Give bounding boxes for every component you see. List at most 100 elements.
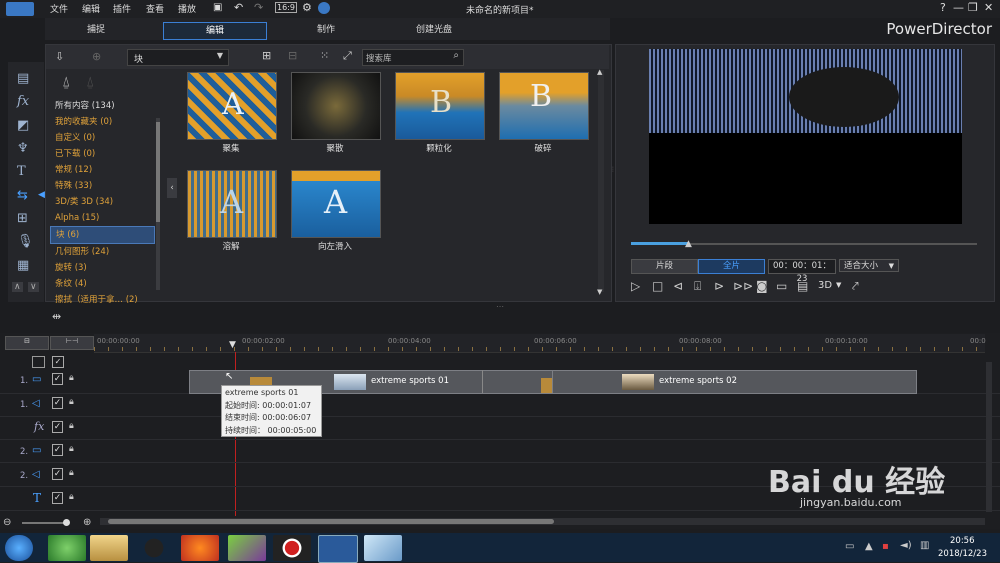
preview-side-handle[interactable]: ⋮ — [610, 166, 616, 173]
menu-edit[interactable]: 编辑 — [82, 2, 100, 15]
maximize-button[interactable]: ❐ — [968, 1, 978, 14]
timeline-scroll-thumb[interactable] — [108, 519, 554, 524]
timecode-display[interactable]: 00：00：01：23 — [768, 259, 836, 284]
lock-icon[interactable]: 🔒︎ — [69, 468, 74, 478]
help-button[interactable]: ? — [940, 1, 946, 14]
track-enable-checkbox[interactable]: ✓ — [52, 373, 63, 385]
audio-mixing-icon[interactable]: ⊞ — [17, 211, 28, 226]
previous-frame-icon[interactable]: ⊲ — [673, 279, 683, 293]
clip-mode-button[interactable]: 片段 — [631, 259, 698, 274]
zoom-slider[interactable] — [22, 522, 68, 524]
transition-room-icon[interactable]: ⇆ — [17, 188, 28, 203]
transition-thumb-slide-left[interactable]: A — [291, 170, 381, 238]
settings-icon[interactable]: ⚙ — [302, 1, 312, 14]
subtitle-icon[interactable]: ▭ — [776, 279, 787, 293]
category-scroll-thumb[interactable] — [156, 122, 160, 222]
title-room-icon[interactable]: T — [17, 164, 26, 179]
video-clip-extreme-sports-02[interactable]: extreme sports 02 — [552, 370, 917, 394]
thumbnail-scrollbar[interactable]: ▲ ▼ — [597, 68, 604, 296]
category-general[interactable]: 常规 (12) — [50, 162, 155, 178]
tab-create-disc[interactable]: 创建光盘 — [394, 22, 474, 38]
tray-expand-icon[interactable]: ▲ — [865, 541, 873, 552]
clock-date[interactable]: 2018/12/23 — [938, 549, 987, 559]
collapse-panel-button[interactable]: ‹ — [167, 178, 177, 198]
track-enable-checkbox[interactable]: ✓ — [52, 468, 63, 480]
pip-room-icon[interactable]: ◩ — [17, 118, 29, 133]
menu-view[interactable]: 查看 — [146, 2, 164, 15]
category-block[interactable]: 块 (6) — [50, 226, 155, 244]
category-rotate[interactable]: 旋转 (3) — [50, 260, 155, 276]
timeline-vertical-scrollbar[interactable] — [986, 362, 992, 512]
library-search-input[interactable]: 搜索库 ⌕ — [362, 49, 464, 66]
category-stripe[interactable]: 条纹 (4) — [50, 276, 155, 292]
tray-network-icon[interactable]: ▥ — [920, 540, 929, 551]
category-wipe[interactable]: 擦拭（适用于拿… (2) — [50, 292, 155, 308]
tray-keyboard-icon[interactable]: ▭ — [845, 541, 854, 552]
redo-icon[interactable]: ↷ — [254, 1, 263, 14]
category-special[interactable]: 特殊 (33) — [50, 178, 155, 194]
particle-room-icon[interactable]: ♆ — [17, 141, 29, 156]
remove-favorite-icon[interactable]: ⍙ — [86, 74, 94, 90]
category-all[interactable]: 所有内容 (134) — [50, 98, 155, 114]
play-icon[interactable]: ▷ — [631, 279, 640, 293]
grid-view-icon[interactable]: ⁙ — [320, 49, 329, 62]
lock-icon[interactable]: 🔒︎ — [69, 421, 74, 431]
expand-icon[interactable]: ⤢ — [343, 49, 352, 63]
transition-thumb-dissolve[interactable]: A — [187, 170, 277, 238]
voice-over-icon[interactable]: 🎙 — [17, 234, 34, 249]
snapshot-marker-icon[interactable]: ⍗ — [694, 279, 701, 294]
timeline-view-button[interactable]: ⊟ — [5, 336, 49, 350]
remove-icon[interactable]: ⊟ — [288, 49, 297, 62]
volume-icon[interactable]: ▤ — [797, 279, 808, 293]
media-room-icon[interactable]: ▤ — [17, 71, 29, 86]
undo-icon[interactable]: ↶ — [234, 1, 243, 14]
fast-forward-icon[interactable]: ⊳⊳ — [733, 279, 753, 293]
zoom-slider-handle[interactable] — [63, 519, 70, 526]
zoom-out-icon[interactable]: ⊖ — [3, 517, 11, 528]
tab-edit[interactable]: 编辑 — [163, 22, 267, 40]
taskbar-powerdirector-icon[interactable] — [318, 535, 358, 563]
aspect-ratio-icon[interactable]: 16:9 — [275, 2, 297, 13]
track-enable-checkbox[interactable]: ✓ — [52, 444, 63, 456]
track-toggle-checkbox[interactable] — [32, 356, 45, 368]
scroll-down-icon[interactable]: ∨ — [28, 282, 39, 292]
3d-mode-button[interactable]: 3D — [818, 280, 832, 291]
tab-produce[interactable]: 制作 — [290, 22, 362, 38]
fit-size-dropdown[interactable]: 适合大小 ▼ — [839, 259, 899, 272]
menu-file[interactable]: 文件 — [50, 2, 68, 15]
track-enable-checkbox[interactable]: ✓ — [52, 397, 63, 409]
minimize-button[interactable]: — — [953, 1, 964, 14]
panel-resize-handle[interactable]: ⋯ — [496, 302, 504, 311]
category-geometric[interactable]: 几何图形 (24) — [50, 244, 155, 260]
scroll-down-arrow-icon[interactable]: ▼ — [597, 288, 602, 296]
download-icon[interactable]: ⊕ — [92, 50, 101, 63]
movie-mode-button[interactable]: 全片 — [698, 259, 765, 274]
category-alpha[interactable]: Alpha (15) — [50, 210, 155, 226]
scroll-up-icon[interactable]: ∧ — [12, 282, 23, 292]
track-enable-checkbox[interactable]: ✓ — [52, 421, 63, 433]
camera-icon[interactable]: ◙ — [756, 279, 768, 293]
scroll-up-arrow-icon[interactable]: ▲ — [597, 68, 602, 76]
import-icon[interactable]: ⇩ — [55, 50, 64, 63]
menu-plugins[interactable]: 插件 — [113, 2, 131, 15]
category-downloaded[interactable]: 已下载 (0) — [50, 146, 155, 162]
taskbar-firefox-icon[interactable] — [181, 535, 219, 561]
taskbar-qq-icon[interactable] — [135, 535, 173, 561]
zoom-in-icon[interactable]: ⊕ — [83, 517, 91, 528]
next-frame-icon[interactable]: ⊳ — [714, 279, 724, 293]
menu-play[interactable]: 播放 — [178, 2, 196, 15]
tray-volume-icon[interactable]: ◄) — [900, 540, 912, 551]
taskbar-explorer-icon[interactable] — [90, 535, 128, 561]
update-icon[interactable] — [318, 2, 330, 14]
add-icon[interactable]: ⊞ — [262, 49, 271, 62]
transition-thumb-scatter[interactable] — [291, 72, 381, 140]
save-icon[interactable]: ▣ — [213, 2, 222, 13]
taskbar-app-icon[interactable] — [48, 535, 86, 561]
playhead-marker-icon[interactable]: ▼ — [229, 340, 236, 350]
lock-icon[interactable]: 🔒︎ — [69, 397, 74, 407]
clock-time[interactable]: 20:56 — [950, 536, 975, 546]
undock-icon[interactable]: ⤤ — [852, 279, 859, 294]
all-tracks-checkbox[interactable]: ✓ — [52, 356, 64, 368]
category-favorites[interactable]: 我的收藏夹 (0) — [50, 114, 155, 130]
tab-capture[interactable]: 捕捉 — [60, 22, 132, 38]
